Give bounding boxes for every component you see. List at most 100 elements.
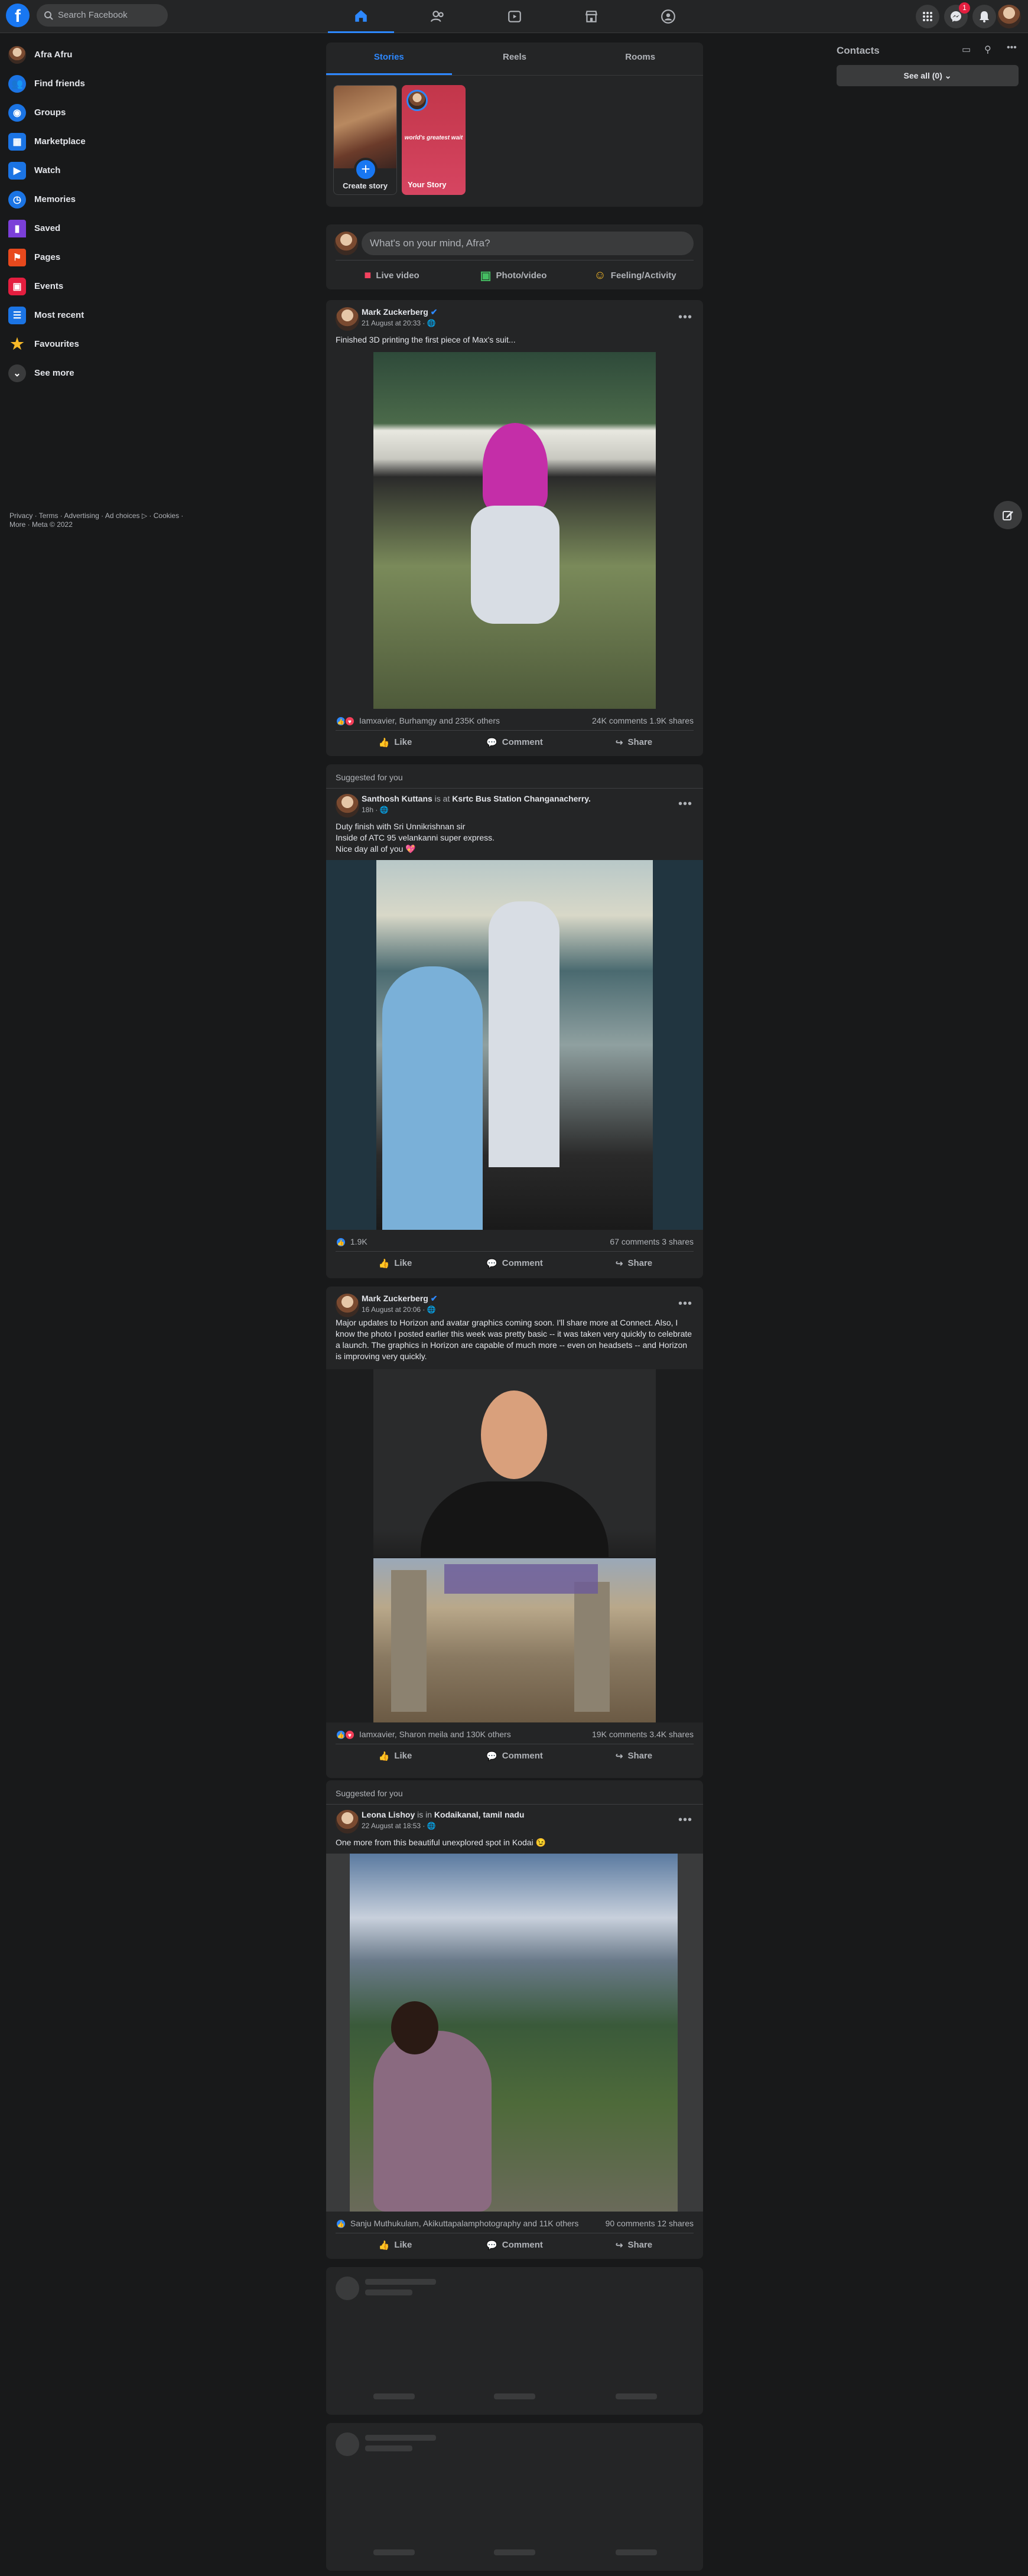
skeleton-line [365, 2279, 436, 2285]
new-message-button[interactable] [994, 501, 1022, 529]
post-time[interactable]: 22 August at 18:53 · 🌐 [362, 1822, 436, 1830]
messenger-button[interactable]: 1 [944, 2, 970, 28]
place-link[interactable]: Kodaikanal, tamil nadu [434, 1810, 524, 1819]
more-options-icon[interactable]: ••• [1007, 43, 1017, 53]
comment-button[interactable]: 💬 Comment [455, 2233, 574, 2256]
reaction-summary[interactable]: 👍 1.9K 67 comments 3 shares [336, 1237, 694, 1249]
author-avatar[interactable] [336, 1810, 359, 1834]
sidebar-item-marketplace[interactable]: ▦ Marketplace [5, 127, 182, 156]
feeling-label: Feeling/Activity [610, 270, 676, 281]
photo-video-button[interactable]: ▣ Photo/video [457, 263, 570, 287]
place-link[interactable]: Ksrtc Bus Station Changanacherry. [452, 794, 591, 803]
sidebar-item-groups[interactable]: ◉ Groups [5, 98, 182, 127]
comment-share-counts[interactable]: 24K comments 1.9K shares [592, 716, 694, 725]
like-button[interactable]: 👍 Like [336, 731, 455, 754]
notifications-button[interactable] [972, 5, 996, 28]
search-icon[interactable]: ⚲ [984, 44, 991, 56]
like-button[interactable]: 👍 Like [336, 1252, 455, 1275]
your-story-card[interactable]: world's greatest wait Your Story [402, 85, 466, 195]
more-options-icon[interactable]: ••• [678, 311, 692, 324]
tab-stories[interactable]: Stories [326, 43, 452, 75]
sidebar-item-profile[interactable]: Afra Afru [5, 40, 182, 69]
post-time[interactable]: 16 August at 20:06 · 🌐 [362, 1305, 436, 1314]
author-avatar[interactable] [336, 307, 359, 331]
share-button[interactable]: ↪ Share [574, 2233, 694, 2256]
comment-share-counts[interactable]: 19K comments 3.4K shares [592, 1730, 694, 1739]
share-button[interactable]: ↪ Share [574, 1252, 694, 1275]
helmet-shape [483, 423, 548, 512]
post-time[interactable]: 21 August at 20:33 · 🌐 [362, 319, 436, 327]
loading-post-placeholder [326, 2423, 703, 2571]
feeling-button[interactable]: ☺ Feeling/Activity [579, 263, 691, 287]
author-name[interactable]: Mark Zuckerberg ✔ [362, 307, 437, 317]
sidebar-item-label: Most recent [34, 310, 84, 320]
tab-reels[interactable]: Reels [452, 43, 578, 75]
more-options-icon[interactable]: ••• [678, 797, 692, 811]
sidebar-item-most-recent[interactable]: ☰ Most recent [5, 301, 182, 330]
author-avatar[interactable] [336, 794, 359, 818]
verified-icon: ✔ [430, 1294, 438, 1303]
post-photo-frame [326, 1369, 703, 1722]
love-reaction-icon: ♥ [344, 1730, 355, 1741]
post-time[interactable]: 18h · 🌐 [362, 806, 389, 814]
live-video-button[interactable]: ■ Live video [336, 263, 448, 287]
sidebar-see-more[interactable]: ⌄ See more [5, 359, 182, 387]
more-options-icon[interactable]: ••• [678, 1297, 692, 1311]
account-avatar[interactable] [997, 5, 1021, 28]
sidebar-item-saved[interactable]: ▮ Saved [5, 214, 182, 243]
sidebar-item-label: Memories [34, 194, 76, 204]
messenger-icon [951, 11, 961, 22]
tab-rooms[interactable]: Rooms [577, 43, 703, 75]
horizon-scene-photo[interactable] [373, 1558, 656, 1722]
menu-button[interactable] [916, 5, 939, 28]
sidebar-item-find-friends[interactable]: 👥 Find friends [5, 69, 182, 98]
legal-links[interactable]: Privacy · Terms · Advertising · Ad choic… [9, 512, 187, 520]
author-name[interactable]: Leona Lishoy is in Kodaikanal, tamil nad… [362, 1810, 524, 1819]
sidebar-item-memories[interactable]: ◷ Memories [5, 185, 182, 214]
sidebar-item-events[interactable]: ▣ Events [5, 272, 182, 301]
search-input[interactable]: Search Facebook [37, 4, 168, 27]
composer-input[interactable]: What's on your mind, Afra? [362, 232, 694, 255]
reaction-summary[interactable]: 👍 ♥ Iamxavier, Burhamgy and 235K others 2… [336, 716, 694, 728]
post-photo[interactable] [373, 352, 656, 709]
reaction-summary[interactable]: 👍 Sanju Muthukulam, Akikuttapalamphotogr… [336, 2219, 694, 2230]
photo-video-label: Photo/video [496, 270, 547, 281]
sidebar-item-pages[interactable]: ⚑ Pages [5, 243, 182, 272]
reaction-summary[interactable]: 👍 ♥ Iamxavier, Sharon meila and 130K othe… [336, 1730, 694, 1741]
tab-watch[interactable] [482, 0, 548, 33]
comment-button[interactable]: 💬 Comment [455, 731, 574, 754]
share-button[interactable]: ↪ Share [574, 731, 694, 754]
more-options-icon[interactable]: ••• [678, 1813, 692, 1827]
comment-share-counts[interactable]: 90 comments 12 shares [606, 2219, 694, 2228]
author-name-text: Mark Zuckerberg [362, 307, 428, 317]
share-button[interactable]: ↪ Share [574, 1744, 694, 1767]
comment-share-counts[interactable]: 67 comments 3 shares [610, 1237, 694, 1246]
like-label: Like [394, 1751, 412, 1761]
contacts-title: Contacts [837, 45, 880, 56]
love-reaction-icon: ♥ [344, 716, 355, 727]
like-button[interactable]: 👍 Like [336, 1744, 455, 1767]
contacts-header: Contacts ▭ ⚲ ••• [832, 40, 1023, 61]
tab-groups[interactable] [635, 0, 701, 33]
post-photo[interactable] [350, 1854, 678, 2212]
sidebar-item-watch[interactable]: ▶ Watch [5, 156, 182, 185]
verified-icon: ✔ [430, 307, 438, 317]
create-story-card[interactable]: + Create story [333, 85, 397, 195]
avatar-render-photo[interactable] [373, 1369, 656, 1557]
video-call-icon[interactable]: ▭ [962, 44, 971, 56]
author-name[interactable]: Santhosh Kuttans is at Ksrtc Bus Station… [362, 794, 591, 803]
comment-button[interactable]: 💬 Comment [455, 1252, 574, 1275]
sidebar-item-favourites[interactable]: ★ Favourites [5, 330, 182, 359]
tab-friends[interactable] [405, 0, 471, 33]
awning-shape [444, 1564, 598, 1594]
facebook-logo[interactable]: f [6, 4, 30, 27]
author-avatar[interactable] [336, 1294, 359, 1317]
comment-button[interactable]: 💬 Comment [455, 1744, 574, 1767]
tab-home[interactable] [328, 0, 394, 33]
see-all-contacts-button[interactable]: See all (0) ⌄ [837, 65, 1019, 86]
like-button[interactable]: 👍 Like [336, 2233, 455, 2256]
post-photo[interactable] [376, 860, 653, 1230]
composer-card: What's on your mind, Afra? ■ Live video ▣… [326, 224, 703, 289]
author-name[interactable]: Mark Zuckerberg ✔ [362, 1294, 437, 1304]
tab-marketplace[interactable] [558, 0, 624, 33]
